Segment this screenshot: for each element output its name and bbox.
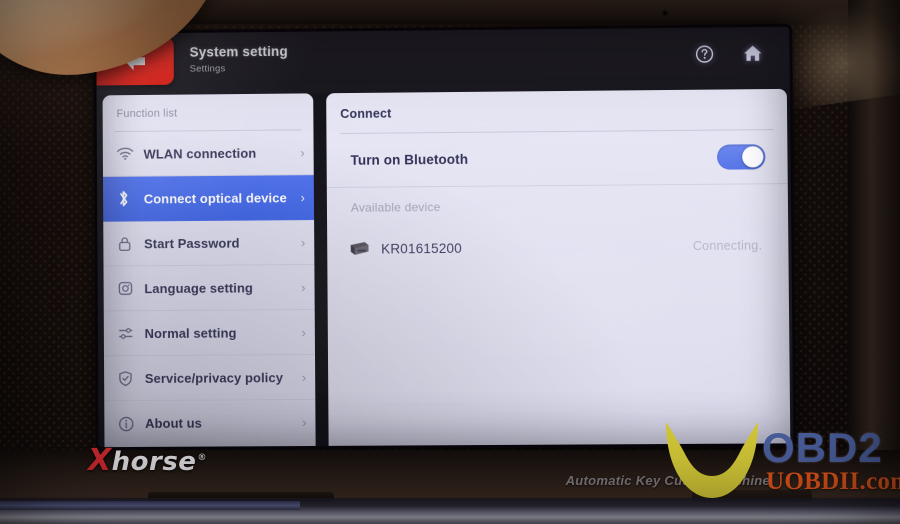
title-group: System setting Settings xyxy=(190,44,288,75)
device-list-item[interactable]: KR01615200 Connecting. xyxy=(327,222,789,272)
device-status: Connecting. xyxy=(692,238,763,254)
chevron-right-icon: › xyxy=(302,414,307,431)
chevron-right-icon: › xyxy=(301,324,306,340)
sidebar-header: Function list xyxy=(116,107,178,121)
sidebar-item-language-setting[interactable]: Language setting › xyxy=(103,264,315,312)
title-bar: System setting Settings xyxy=(96,26,790,96)
sidebar-item-connect-optical-device[interactable]: Connect optical device › xyxy=(102,175,315,222)
help-circle-icon[interactable] xyxy=(695,44,714,63)
content-header: Connect xyxy=(340,106,392,122)
bluetooth-toggle-row[interactable]: Turn on Bluetooth xyxy=(326,129,788,188)
tablet-screen: System setting Settings Function list WL… xyxy=(96,26,794,448)
home-icon[interactable] xyxy=(742,43,763,63)
sidebar-item-about-us[interactable]: About us › xyxy=(104,400,315,446)
page-subtitle: Settings xyxy=(189,63,226,75)
info-icon xyxy=(118,415,140,431)
shield-icon xyxy=(118,370,140,387)
sidebar-item-service-privacy-policy[interactable]: Service/privacy policy › xyxy=(103,354,316,402)
sidebar-item-label: Start Password xyxy=(144,235,240,251)
brand-initial: X xyxy=(88,443,112,478)
bezel-sensor-dot xyxy=(663,11,667,15)
chevron-right-icon: › xyxy=(300,189,306,205)
sidebar-item-label: About us xyxy=(145,415,203,431)
chevron-right-icon: › xyxy=(300,144,305,160)
available-device-header: Available device xyxy=(350,200,441,215)
page-title: System setting xyxy=(189,43,288,60)
bezel-corner-highlight xyxy=(771,0,900,110)
device-icon xyxy=(347,239,373,259)
lock-icon xyxy=(117,235,139,252)
sidebar-item-normal-setting[interactable]: Normal setting › xyxy=(103,309,316,357)
bluetooth-toggle-switch[interactable] xyxy=(716,144,766,170)
bezel-bottom-strip-accent xyxy=(0,501,300,510)
sidebar-item-label: Service/privacy policy xyxy=(144,369,284,386)
bluetooth-icon xyxy=(117,190,139,208)
brand-logo: Xhorse® xyxy=(88,443,207,478)
panels-row: Function list WLAN connection › Connect … xyxy=(97,88,794,448)
sidebar-item-label: Connect optical device xyxy=(143,189,287,206)
sidebar-item-label: WLAN connection xyxy=(143,145,257,162)
photo-scene: System setting Settings Function list WL… xyxy=(0,0,900,524)
bluetooth-toggle-label: Turn on Bluetooth xyxy=(350,151,469,168)
brand-name: horse xyxy=(111,447,197,477)
toggle-knob xyxy=(742,146,764,168)
sidebar-item-label: Normal setting xyxy=(144,324,237,341)
chevron-right-icon: › xyxy=(301,279,306,295)
sidebar-item-wlan-connection[interactable]: WLAN connection › xyxy=(102,130,314,177)
content-panel: Connect Turn on Bluetooth Available devi… xyxy=(326,88,791,446)
sidebar-item-start-password[interactable]: Start Password › xyxy=(103,220,315,267)
sliders-icon xyxy=(118,326,140,341)
chevron-right-icon: › xyxy=(300,234,306,250)
device-name: KR01615200 xyxy=(381,240,462,256)
sidebar-item-label: Language setting xyxy=(144,279,254,296)
registered-mark: ® xyxy=(197,453,207,464)
product-tagline: Automatic Key Cutting Machine xyxy=(565,473,770,488)
chevron-right-icon: › xyxy=(301,369,307,385)
titlebar-actions xyxy=(695,43,764,64)
sidebar: Function list WLAN connection › Connect … xyxy=(102,93,316,448)
language-icon xyxy=(117,280,139,296)
wifi-icon xyxy=(117,147,139,161)
